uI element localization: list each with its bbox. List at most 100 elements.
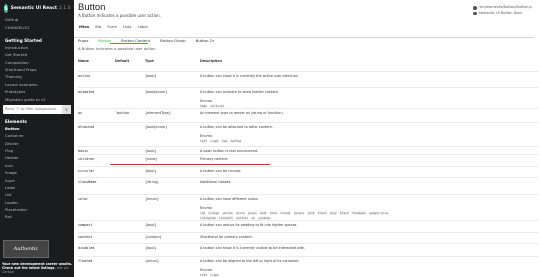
sidebar-item-get-started[interactable]: Get Started: [0, 51, 74, 58]
tab-button-group[interactable]: Button.Group: [160, 37, 185, 44]
prop-description: A button can be aligned to the left or r…: [200, 259, 300, 263]
sidebar-item-header[interactable]: Header: [0, 154, 74, 161]
enum-value: right: [210, 273, 219, 277]
enum-value: bottom: [230, 139, 242, 143]
prop-type: {bool|enum}: [145, 125, 168, 129]
row-divider: [78, 243, 538, 244]
sidebar-item-theming[interactable]: Theming: [0, 73, 74, 80]
enum-value: google plus: [369, 211, 389, 215]
prop-name: basic: [78, 149, 89, 153]
prop-description: A button can animate to show hidden cont…: [200, 90, 279, 94]
sidebar-item-divider[interactable]: Divider: [0, 140, 74, 147]
enum-value: orange: [208, 211, 219, 215]
prop-description: An element type to render as (string or …: [200, 111, 284, 115]
sidebar-link-changelog[interactable]: CHANGELOG: [0, 23, 74, 30]
tab-label[interactable]: Label: [137, 24, 149, 29]
sidebar-item-button[interactable]: Button: [0, 125, 74, 132]
row-divider: [78, 232, 538, 233]
row-divider: [78, 194, 538, 195]
prop-name: color: [78, 197, 89, 201]
semantic-docs-link[interactable]: Semantic UI Button Docs: [473, 11, 532, 17]
sidebar-item-flag[interactable]: Flag: [0, 147, 74, 154]
prop-description: A button can show it is currently unable…: [200, 246, 306, 250]
prop-type: {enum}: [145, 259, 160, 263]
sidebar-item-image[interactable]: Image: [0, 169, 74, 176]
enum-value: facebook: [351, 211, 366, 215]
sidebar-item-loader[interactable]: Loader: [0, 199, 74, 206]
prop-type: {bool}: [145, 74, 157, 78]
elements-header: Elements: [5, 118, 27, 124]
prop-name: floated: [78, 259, 93, 263]
sidebar-item-layout-examples[interactable]: Layout examples: [0, 81, 74, 88]
sidebar-item-rail[interactable]: Rail: [0, 213, 74, 220]
sidebar-item-migration-guide[interactable]: Migration guide to v2: [0, 95, 74, 102]
getting-started-header: Getting Started: [5, 37, 42, 43]
search-icon[interactable]: ⚲: [62, 104, 71, 114]
tab-props[interactable]: Props: [78, 37, 88, 44]
enum-values: left right top bottom: [200, 139, 400, 144]
prop-type: {bool}: [145, 246, 157, 250]
prop-name: active: [78, 74, 91, 78]
prop-name: animated: [78, 90, 95, 94]
prop-type: {bool}: [145, 149, 157, 153]
component-filter: ⚲: [3, 104, 71, 114]
enum-value: brown: [317, 211, 327, 215]
sidebar-item-composition[interactable]: Composition: [0, 59, 74, 66]
tab-lists[interactable]: Lists: [122, 24, 133, 29]
row-divider: [78, 220, 538, 221]
prop-name: children: [78, 157, 95, 161]
sidebar-item-shorthand-props[interactable]: Shorthand Props: [0, 66, 74, 73]
sidebar-item-prototypes[interactable]: Prototypes: [0, 88, 74, 95]
prop-type: {enum}: [145, 197, 160, 201]
tab-form[interactable]: Form: [106, 24, 118, 29]
sidebar-item-placeholder[interactable]: Placeholder: [0, 206, 74, 213]
enum-value: green: [247, 211, 257, 215]
carbon-ad-image[interactable]: Authentic: [3, 240, 49, 258]
sidebar-item-label[interactable]: Label: [0, 184, 74, 191]
header-name: Name: [78, 59, 89, 63]
sidebar-item-list[interactable]: List: [0, 191, 74, 198]
book-icon: [473, 11, 477, 15]
brand-title: Semantic UI React 2.1.0: [10, 6, 71, 11]
row-divider: [78, 108, 538, 109]
sidebar-link-github[interactable]: GitHub: [0, 16, 74, 23]
brand[interactable]: S Semantic UI React 2.1.0: [0, 0, 74, 15]
github-icon: [473, 6, 477, 10]
prop-name: disabled: [78, 246, 95, 250]
tab-mixa[interactable]: Mixa: [78, 24, 90, 29]
component-filter-input[interactable]: [3, 104, 62, 114]
tab-sta[interactable]: Sta: [94, 24, 102, 29]
enum-value: grey: [329, 211, 337, 215]
sidebar-item-icon[interactable]: Icon: [0, 162, 74, 169]
prop-description: A button can show it is currently the ac…: [200, 74, 299, 78]
header-default: Default: [115, 59, 130, 63]
prop-description: A button can be attached to other conten…: [200, 125, 273, 129]
enum-values: left right: [200, 273, 400, 277]
prop-description: A button can be circular.: [200, 169, 242, 173]
prop-type: {string}: [145, 180, 160, 184]
enum-value: black: [340, 211, 349, 215]
prop-description: Shorthand for primary content.: [200, 235, 253, 239]
enum-value: olive: [235, 211, 245, 215]
highlight-marker: [110, 164, 270, 165]
enum-value: purple: [293, 211, 305, 215]
enum-value: teal: [259, 211, 267, 215]
prop-description: Primary content.: [200, 157, 229, 161]
sidebar-item-introduction[interactable]: Introduction: [0, 44, 74, 51]
sidebar: S Semantic UI React 2.1.0 GitHub CHANGELO…: [0, 0, 74, 277]
prop-type: {elementType}: [145, 111, 172, 115]
prop-type: {bool}: [145, 169, 157, 173]
sidebar-item-input[interactable]: Input: [0, 176, 74, 183]
prop-name: compact: [78, 223, 93, 227]
component-description: A Button indicates a possible user actio…: [78, 46, 157, 51]
page-description: A Button indicates a possible user actio…: [78, 13, 161, 18]
sidebar-item-container[interactable]: Container: [0, 132, 74, 139]
prop-type: {custom}: [145, 235, 162, 239]
section-tabs: Mixa Sta Form Lists Label: [78, 24, 149, 29]
prop-default: 'button': [115, 111, 132, 115]
tab-button-or[interactable]: Button.Or: [196, 37, 214, 44]
carbon-ad-text[interactable]: Your new development career awaits. Chec…: [2, 262, 74, 275]
row-divider: [78, 154, 538, 155]
row-divider: [78, 177, 538, 178]
enum-value: pink: [307, 211, 315, 215]
